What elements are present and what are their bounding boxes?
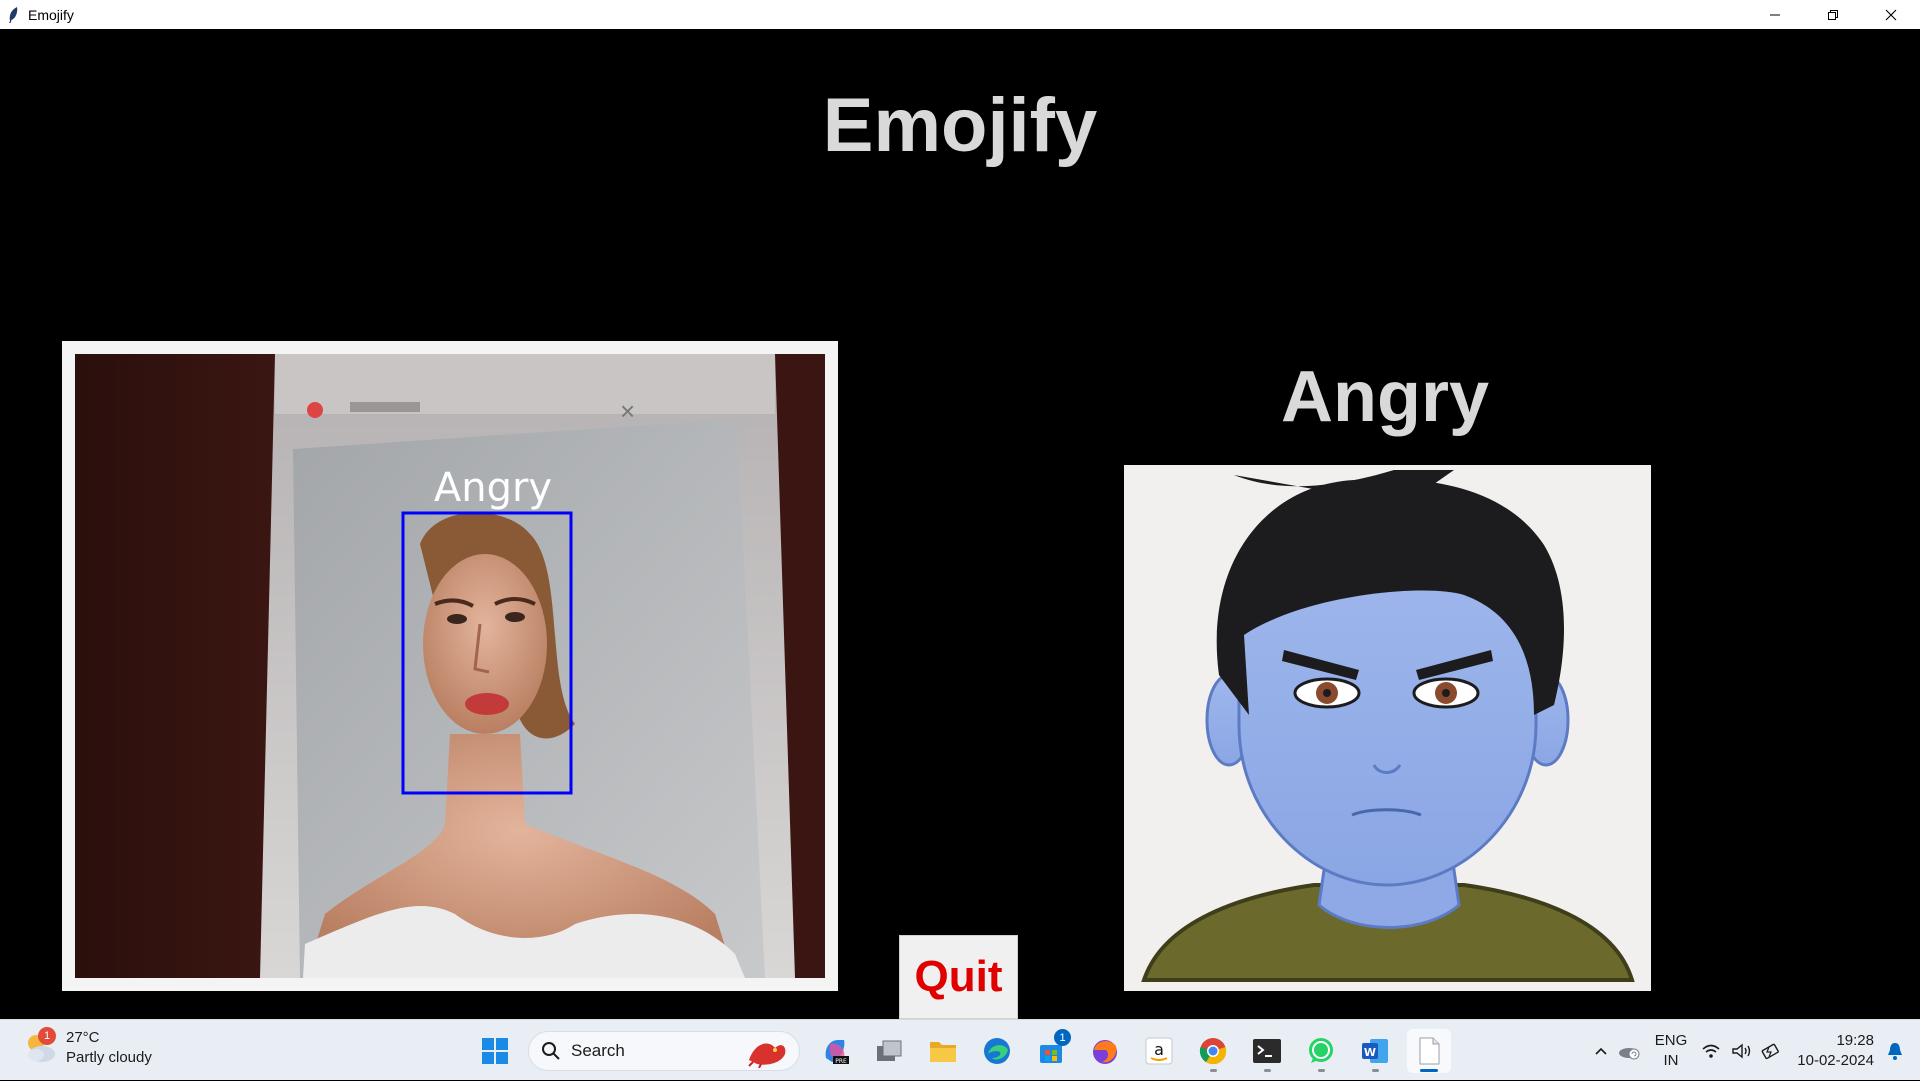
onedrive-button[interactable]: [1617, 1031, 1641, 1071]
notepad-button[interactable]: [1407, 1029, 1451, 1073]
search-icon: [542, 1042, 560, 1060]
restore-button[interactable]: [1804, 0, 1862, 29]
chevron-up-icon: [1595, 1047, 1607, 1055]
window-title-bar: Emojify: [0, 0, 1920, 29]
word-icon: W: [1362, 1039, 1388, 1063]
svg-text:W: W: [1364, 1046, 1376, 1059]
file-explorer-button[interactable]: [921, 1029, 965, 1073]
window-controls: [1746, 0, 1920, 29]
system-tray: ENG IN 19:28 10-02-2024: [1589, 1020, 1920, 1081]
firefox-button[interactable]: [1083, 1029, 1127, 1073]
running-indicator: [1263, 1069, 1271, 1072]
feather-icon: [6, 6, 20, 24]
amazon-button[interactable]: a: [1137, 1029, 1181, 1073]
partly-cloudy-icon: 1: [22, 1027, 60, 1067]
notifications-button[interactable]: [1886, 1031, 1904, 1071]
window-title: Emojify: [28, 6, 74, 23]
network-volume-battery-button[interactable]: [1701, 1031, 1783, 1071]
language-code: ENG: [1654, 1031, 1688, 1049]
weather-condition: Partly cloudy: [66, 1049, 152, 1066]
edge-icon: [984, 1038, 1010, 1064]
search-label: Search: [571, 1041, 625, 1060]
chrome-button[interactable]: [1191, 1029, 1235, 1073]
battery-charging-icon: [1761, 1043, 1780, 1059]
camera-panel: × Angry: [62, 341, 838, 991]
minimize-button[interactable]: [1746, 0, 1804, 29]
region-code: IN: [1663, 1051, 1679, 1069]
svg-text:a: a: [1154, 1040, 1164, 1059]
running-indicator: [1209, 1069, 1217, 1072]
close-button[interactable]: [1862, 0, 1920, 29]
windows-start-icon: [482, 1038, 508, 1064]
task-view-icon: [877, 1040, 902, 1061]
minimize-icon: [1770, 14, 1780, 15]
wifi-icon: [1702, 1044, 1720, 1058]
weather-widget[interactable]: 1 27°C Partly cloudy: [22, 1027, 152, 1068]
camera-frame-image: × Angry: [75, 354, 825, 978]
whatsapp-button[interactable]: [1299, 1029, 1343, 1073]
svg-text:PRE: PRE: [835, 1058, 847, 1065]
amazon-icon: a: [1145, 1037, 1173, 1065]
weather-badge: 1: [38, 1027, 56, 1045]
copilot-button[interactable]: PRE: [813, 1029, 857, 1073]
camera-feed: × Angry: [75, 354, 825, 978]
svg-text:×: ×: [620, 396, 635, 426]
chrome-icon: [1199, 1038, 1227, 1065]
emotion-label: Angry: [1280, 357, 1490, 437]
taskbar-search[interactable]: Search: [528, 1031, 800, 1071]
terminal-button[interactable]: [1245, 1029, 1289, 1073]
close-icon: [1885, 9, 1897, 20]
running-indicator: [1317, 1069, 1325, 1072]
store-badge: 1: [1054, 1029, 1071, 1046]
microsoft-store-button[interactable]: 1: [1029, 1029, 1073, 1073]
edge-button[interactable]: [975, 1029, 1019, 1073]
app-heading: Emojify: [822, 83, 1098, 168]
taskbar-apps: Search PRE 1 a W: [468, 1028, 1456, 1074]
restore-icon: [1828, 9, 1838, 20]
emoji-panel: [1124, 465, 1651, 991]
language-indicator[interactable]: ENG IN: [1655, 1031, 1688, 1071]
active-indicator: [1420, 1069, 1438, 1072]
whatsapp-icon: [1309, 1038, 1333, 1063]
notification-bell-icon: [1888, 1042, 1902, 1060]
start-button[interactable]: [473, 1029, 517, 1073]
copilot-icon: PRE: [825, 1040, 849, 1065]
weather-temperature: 27°C: [66, 1029, 100, 1046]
task-view-button[interactable]: [867, 1029, 911, 1073]
quit-button[interactable]: Quit: [899, 935, 1018, 1019]
taskbar: 1 27°C Partly cloudy Search PRE 1 a W EN…: [0, 1019, 1920, 1080]
file-explorer-icon: [930, 1042, 956, 1062]
notepad-icon: [1419, 1037, 1440, 1065]
running-indicator: [1371, 1069, 1379, 1072]
terminal-icon: [1253, 1039, 1281, 1063]
volume-icon: [1732, 1043, 1751, 1058]
face-box-label: Angry: [434, 465, 552, 511]
clock[interactable]: 19:28 10-02-2024: [1797, 1031, 1874, 1071]
firefox-icon: [1093, 1040, 1117, 1064]
angry-avatar-image: [1124, 465, 1651, 991]
word-button[interactable]: W: [1353, 1029, 1397, 1073]
show-hidden-icons-button[interactable]: [1593, 1031, 1609, 1071]
onedrive-sync-icon: [1618, 1047, 1640, 1059]
search-highlight-dragon-icon: [748, 1043, 786, 1068]
clock-time: 19:28: [1836, 1031, 1874, 1049]
clock-date: 10-02-2024: [1797, 1051, 1874, 1069]
